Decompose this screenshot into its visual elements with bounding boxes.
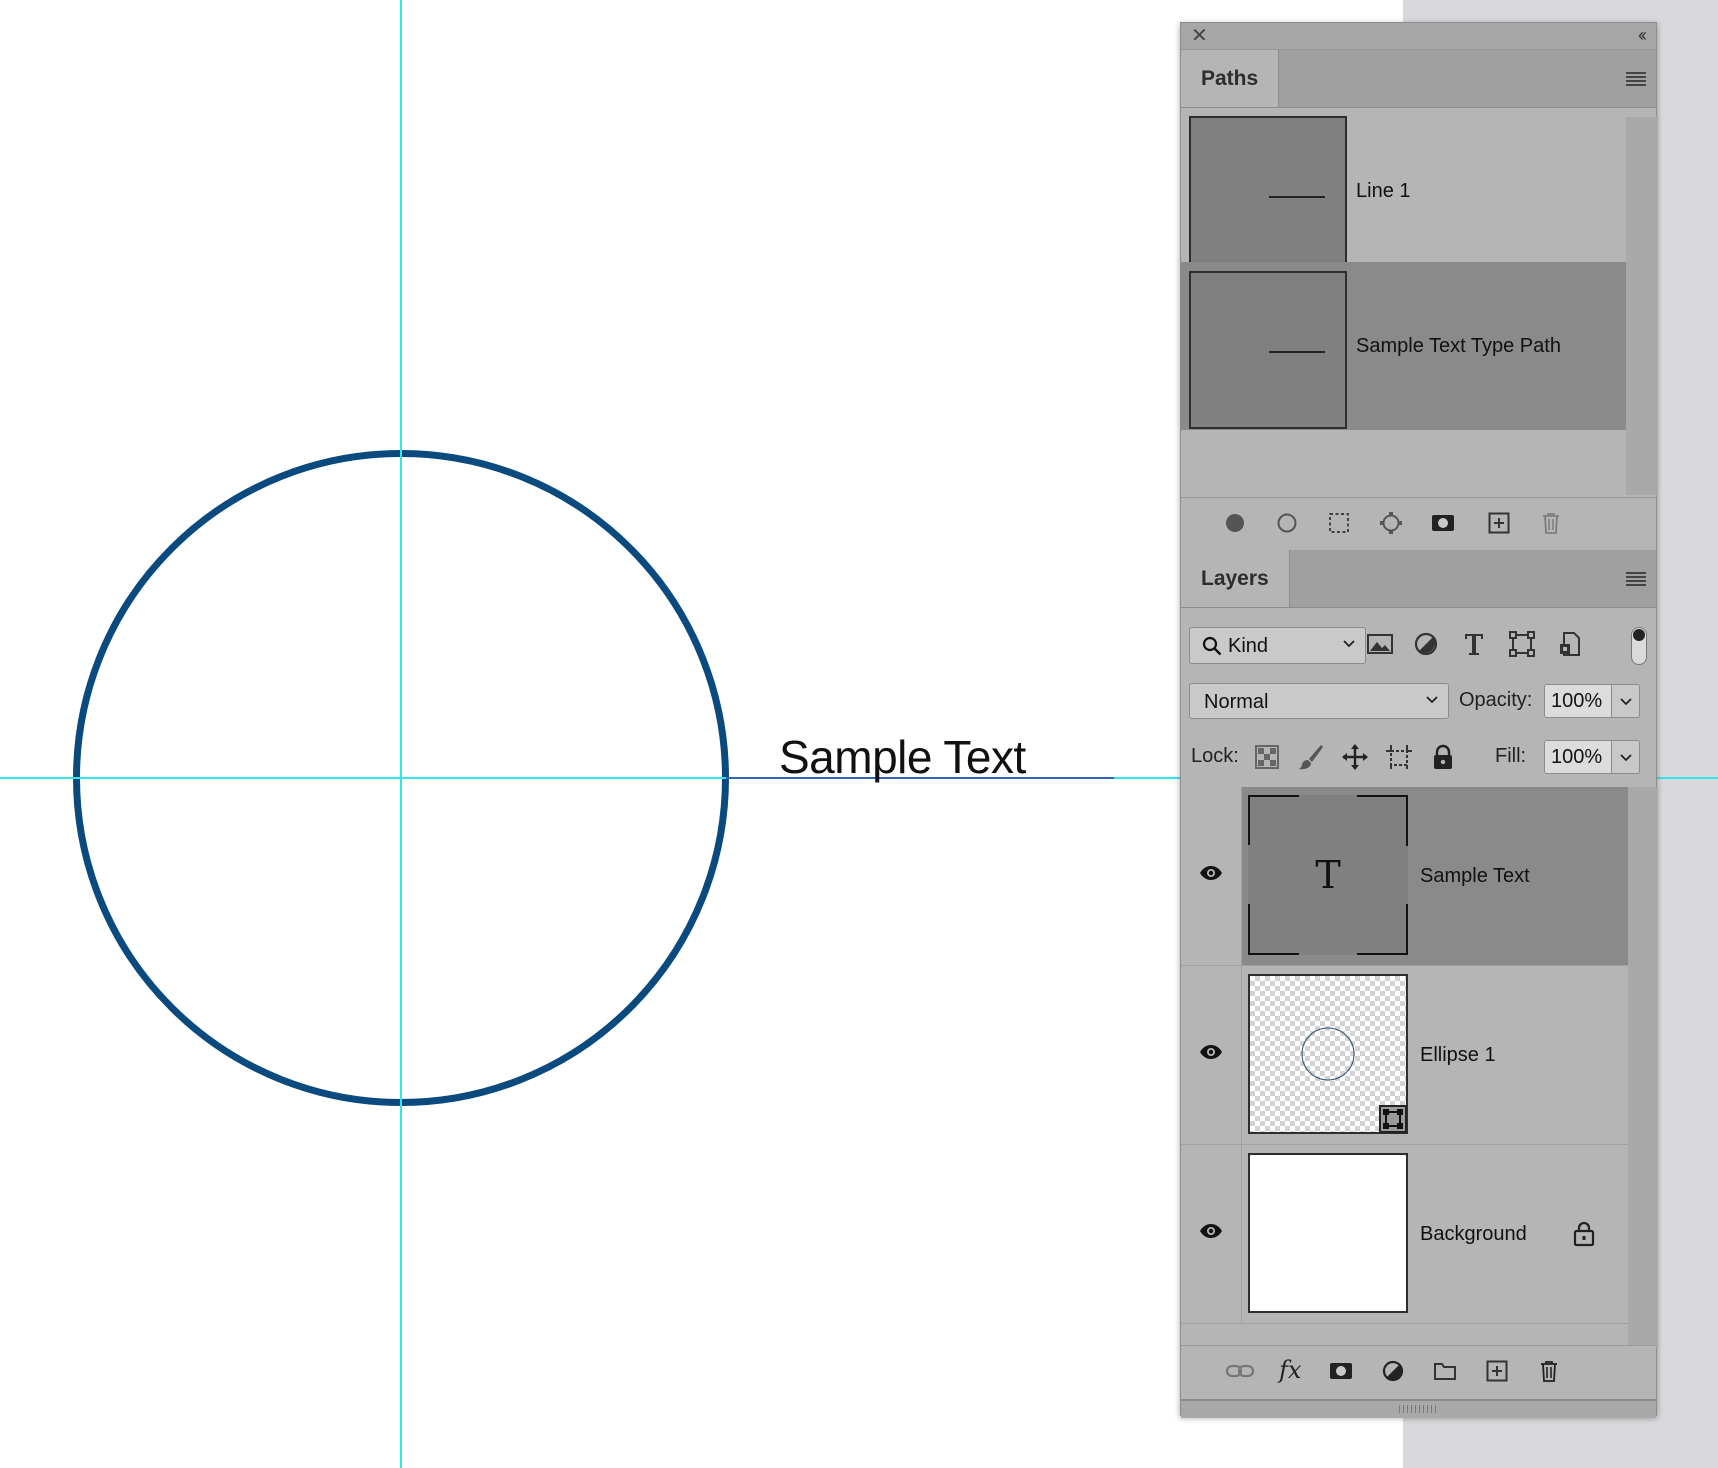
opacity-dropdown[interactable] <box>1612 684 1640 718</box>
filter-toggle[interactable] <box>1631 627 1647 665</box>
layer-main: Background <box>1242 1145 1628 1323</box>
lock-all-icon[interactable] <box>1429 743 1457 771</box>
shape-filter-icon[interactable] <box>1507 629 1537 659</box>
layer-row-sample-text[interactable]: T Sample Text <box>1181 787 1628 966</box>
layer-name: Ellipse 1 <box>1420 1044 1496 1066</box>
chevron-down-icon <box>1426 696 1438 704</box>
lock-position-icon[interactable] <box>1341 743 1369 771</box>
chevron-down-icon <box>1620 698 1632 706</box>
canvas-sample-text[interactable]: Sample Text <box>779 730 1026 784</box>
path-thumbnail <box>1189 271 1347 429</box>
type-layer-thumbnail: T <box>1248 795 1408 955</box>
adjustment-layer-icon[interactable] <box>1381 1359 1405 1383</box>
paths-list: Line 1 Sample Text Type Path <box>1181 107 1626 477</box>
blend-mode-label: Normal <box>1204 691 1269 713</box>
new-layer-icon[interactable] <box>1485 1359 1509 1383</box>
layers-scrollbar[interactable] <box>1628 787 1658 1347</box>
layers-footer: fx <box>1181 1345 1656 1398</box>
add-mask-icon[interactable] <box>1329 1359 1353 1383</box>
visibility-toggle[interactable] <box>1181 966 1242 1144</box>
blend-mode-select[interactable]: Normal <box>1189 683 1449 719</box>
path-thumbnail <box>1189 116 1347 274</box>
shape-layer-thumbnail <box>1248 974 1408 1134</box>
adjustment-filter-icon[interactable] <box>1411 629 1441 659</box>
layer-name: Background <box>1420 1223 1527 1245</box>
opacity-input[interactable]: 100% <box>1544 684 1612 718</box>
add-mask-icon[interactable] <box>1431 511 1455 535</box>
panel-dock: ✕ ‹‹ Paths Line 1 Sample Text Type Path … <box>1180 22 1658 1418</box>
lock-label: Lock: <box>1191 745 1239 767</box>
collapse-icon[interactable]: ‹‹ <box>1638 24 1647 46</box>
layer-kind-filter[interactable]: Kind <box>1189 627 1366 664</box>
shape-badge-icon <box>1379 1105 1407 1133</box>
layer-name: Sample Text <box>1420 865 1530 887</box>
kind-filter-label: Kind <box>1228 635 1269 657</box>
type-filter-icon[interactable] <box>1459 629 1489 659</box>
opacity-label: Opacity: <box>1459 689 1533 711</box>
fill-path-icon[interactable] <box>1223 511 1247 535</box>
tab-paths[interactable]: Paths <box>1181 50 1280 107</box>
make-work-path-icon[interactable] <box>1379 511 1403 535</box>
smart-object-filter-icon[interactable] <box>1555 629 1585 659</box>
fill-input[interactable]: 100% <box>1544 740 1612 774</box>
fill-label: Fill: <box>1495 745 1527 767</box>
layers-menu-icon[interactable] <box>1626 572 1646 586</box>
type-t-icon: T <box>1315 853 1341 897</box>
close-icon[interactable]: ✕ <box>1191 25 1208 47</box>
chevron-down-icon <box>1620 754 1632 762</box>
pixel-filter-icon[interactable] <box>1365 629 1395 659</box>
fx-icon[interactable]: fx <box>1279 1355 1301 1385</box>
lock-icon[interactable] <box>1573 1221 1595 1247</box>
load-selection-icon[interactable] <box>1327 511 1351 535</box>
lock-transparent-pixels-icon[interactable] <box>1253 743 1281 771</box>
path-item-sample-text-type-path[interactable]: Sample Text Type Path <box>1181 262 1626 430</box>
layers-list: T Sample Text Ellipse 1 Background <box>1181 787 1628 1324</box>
background-thumbnail <box>1248 1153 1408 1313</box>
layer-row-background[interactable]: Background <box>1181 1145 1628 1324</box>
eye-icon <box>1200 866 1222 880</box>
visibility-toggle[interactable] <box>1181 787 1242 965</box>
paths-tabbar: Paths <box>1181 50 1656 108</box>
layer-row-ellipse-1[interactable]: Ellipse 1 <box>1181 966 1628 1145</box>
path-label: Line 1 <box>1356 180 1411 202</box>
new-group-icon[interactable] <box>1433 1359 1457 1383</box>
tab-layers[interactable]: Layers <box>1181 550 1290 607</box>
paths-menu-icon[interactable] <box>1626 72 1646 86</box>
path-item-line-1[interactable]: Line 1 <box>1181 107 1626 275</box>
paths-scrollbar[interactable] <box>1626 117 1658 495</box>
paths-footer <box>1181 497 1656 551</box>
fill-dropdown[interactable] <box>1612 740 1640 774</box>
delete-path-icon[interactable] <box>1539 511 1563 535</box>
chevron-down-icon <box>1343 640 1355 648</box>
lock-image-pixels-icon[interactable] <box>1297 743 1325 771</box>
panel-resize-grip[interactable] <box>1181 1399 1656 1418</box>
stroke-path-icon[interactable] <box>1275 511 1299 535</box>
layer-main: T Sample Text <box>1242 787 1628 965</box>
eye-icon <box>1200 1224 1222 1238</box>
vertical-guide[interactable] <box>400 0 402 1468</box>
lock-artboard-icon[interactable] <box>1385 743 1413 771</box>
layer-main: Ellipse 1 <box>1242 966 1628 1144</box>
path-label: Sample Text Type Path <box>1356 335 1561 357</box>
link-layers-icon[interactable] <box>1225 1359 1255 1383</box>
search-icon <box>1202 636 1222 656</box>
eye-icon <box>1200 1045 1222 1059</box>
visibility-toggle[interactable] <box>1181 1145 1242 1323</box>
layers-tabbar: Layers <box>1181 550 1656 608</box>
new-path-icon[interactable] <box>1487 511 1511 535</box>
panel-titlebar: ✕ ‹‹ <box>1181 23 1656 50</box>
delete-layer-icon[interactable] <box>1537 1359 1561 1383</box>
